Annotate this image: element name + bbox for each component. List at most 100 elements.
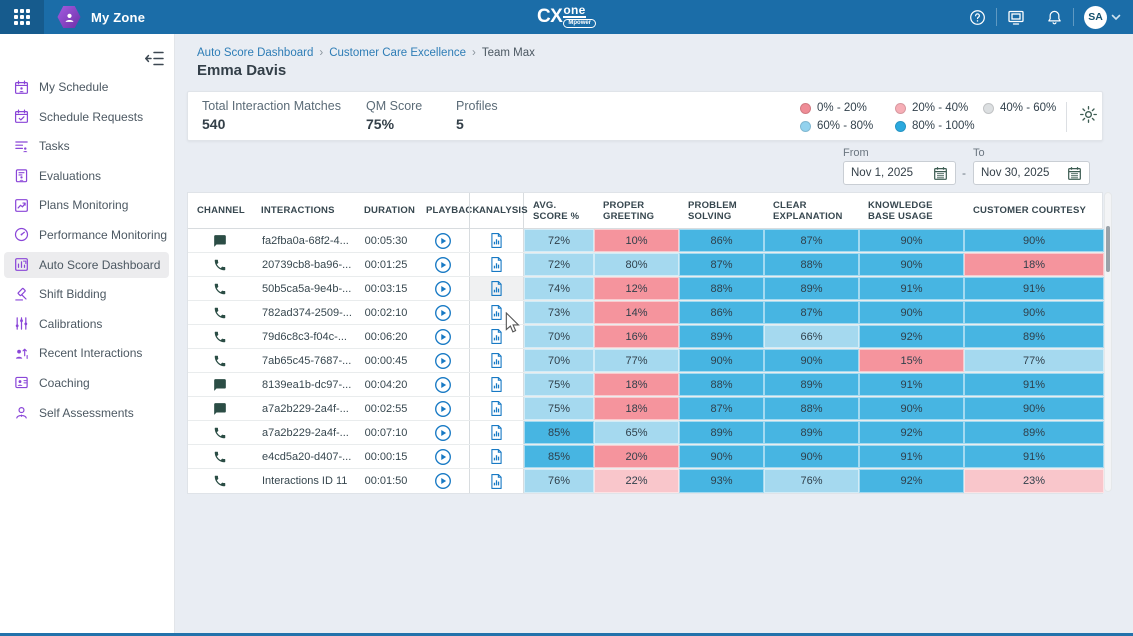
duration: 00:04:20 [355, 373, 417, 396]
score-cell: 90% [964, 397, 1104, 420]
settings-button[interactable] [1079, 105, 1099, 125]
table-row[interactable]: 50b5ca5a-9e4b-...00:03:1574%12%88%89%91%… [188, 277, 1102, 301]
analysis-button[interactable] [488, 448, 506, 466]
sidebar-item-evaluations[interactable]: Evaluations [4, 163, 169, 189]
sidebar-item-recent-interactions[interactable]: Recent Interactions [4, 340, 169, 366]
analysis-button[interactable] [488, 256, 506, 274]
analysis-button[interactable] [488, 400, 506, 418]
score-cell: 80% [594, 253, 679, 276]
score-cell: 88% [679, 373, 764, 396]
play-button[interactable] [434, 256, 452, 274]
play-button[interactable] [434, 304, 452, 322]
column-header: KNOWLEDGE BASE USAGE [859, 193, 964, 228]
analysis-button[interactable] [488, 376, 506, 394]
from-date-field[interactable] [843, 161, 956, 185]
collapse-sidebar-button[interactable] [145, 50, 165, 68]
tasks-icon [13, 138, 29, 154]
score-cell: 87% [764, 301, 859, 324]
sidebar-item-plans-monitoring[interactable]: Plans Monitoring [4, 192, 169, 218]
analysis-button[interactable] [488, 472, 506, 490]
to-label: To [973, 147, 985, 159]
analysis-button[interactable] [488, 328, 506, 346]
sidebar-item-tasks[interactable]: Tasks [4, 133, 169, 159]
app-launcher-button[interactable] [0, 0, 44, 34]
sidebar-item-shift-bidding[interactable]: Shift Bidding [4, 281, 169, 307]
avg-score-cell: 70% [524, 325, 594, 348]
table-row[interactable]: 8139ea1b-dc97-...00:04:2075%18%88%89%91%… [188, 373, 1102, 397]
legend-dot [800, 121, 811, 132]
table-scrollbar[interactable] [1104, 192, 1112, 492]
table-row[interactable]: 7ab65c45-7687-...00:00:4570%77%90%90%15%… [188, 349, 1102, 373]
play-button[interactable] [434, 424, 452, 442]
analysis-button[interactable] [488, 352, 506, 370]
analysis-button[interactable] [488, 280, 506, 298]
table-row[interactable]: Interactions ID 1100:01:5076%22%93%76%92… [188, 469, 1102, 493]
score-cell: 12% [594, 277, 679, 300]
sidebar-item-my-schedule[interactable]: My Schedule [4, 74, 169, 100]
user-menu[interactable]: SA [1074, 6, 1133, 29]
sidebar-item-label: My Schedule [39, 80, 108, 94]
legend-dot [800, 103, 811, 114]
notifications-button[interactable] [1035, 0, 1073, 34]
breadcrumb-customer-care-excellence[interactable]: Customer Care Excellence [329, 47, 466, 59]
score-cell: 90% [764, 445, 859, 468]
score-cell: 88% [764, 253, 859, 276]
sidebar-item-schedule-requests[interactable]: Schedule Requests [4, 104, 169, 130]
to-date-field[interactable] [973, 161, 1090, 185]
main-content: Auto Score Dashboard›Customer Care Excel… [175, 34, 1133, 633]
sidebar: My Schedule Schedule Requests Tasks Evaluat… [0, 34, 175, 633]
score-cell: 90% [859, 301, 964, 324]
score-cell: 76% [764, 469, 859, 493]
table-row[interactable]: fa2fba0a-68f2-4...00:05:3072%10%86%87%90… [188, 229, 1102, 253]
sidebar-item-label: Shift Bidding [39, 287, 106, 301]
help-button[interactable] [958, 0, 996, 34]
scrollbar-thumb[interactable] [1106, 226, 1110, 272]
table-row[interactable]: e4cd5a20-d407-...00:00:1585%20%90%90%91%… [188, 445, 1102, 469]
table-header-row: CHANNELINTERACTIONSDURATIONPLAYBACKANALY… [188, 193, 1102, 229]
avg-score-cell: 85% [524, 445, 594, 468]
table-row[interactable]: a7a2b229-2a4f-...00:07:1085%65%89%89%92%… [188, 421, 1102, 445]
calendar-icon[interactable] [933, 166, 948, 181]
table-row[interactable]: 20739cb8-ba96-...00:01:2572%80%87%88%90%… [188, 253, 1102, 277]
table-row[interactable]: a7a2b229-2a4f-...00:02:5575%18%87%88%90%… [188, 397, 1102, 421]
score-cell: 90% [859, 229, 964, 252]
score-cell: 91% [964, 373, 1104, 396]
column-header: CHANNEL [188, 193, 252, 228]
play-button[interactable] [434, 472, 452, 490]
play-button[interactable] [434, 328, 452, 346]
play-button[interactable] [434, 232, 452, 250]
analysis-button[interactable] [488, 232, 506, 250]
stat-qm-score: QM Score 75% [366, 99, 422, 132]
play-button[interactable] [434, 352, 452, 370]
table-row[interactable]: 782ad374-2509-...00:02:1073%14%86%87%90%… [188, 301, 1102, 325]
play-button[interactable] [434, 448, 452, 466]
sidebar-item-label: Schedule Requests [39, 110, 143, 124]
play-button[interactable] [434, 280, 452, 298]
screen-share-button[interactable] [997, 0, 1035, 34]
play-button[interactable] [434, 376, 452, 394]
column-header: PROPER GREETING [594, 193, 679, 228]
breadcrumb: Auto Score Dashboard›Customer Care Excel… [197, 47, 535, 59]
coaching-icon [13, 375, 29, 391]
score-cell: 93% [679, 469, 764, 493]
sidebar-item-self-assessments[interactable]: Self Assessments [4, 400, 169, 426]
breadcrumb-auto-score-dashboard[interactable]: Auto Score Dashboard [197, 47, 313, 59]
calendar-icon[interactable] [1067, 166, 1082, 181]
sidebar-item-calibrations[interactable]: Calibrations [4, 311, 169, 337]
column-header: ANALYSIS [469, 193, 524, 228]
from-date-input[interactable] [851, 167, 927, 179]
cxone-logo-one: one [563, 5, 585, 18]
table-row[interactable]: 79d6c8c3-f04c-...00:06:2070%16%89%66%92%… [188, 325, 1102, 349]
schedule-requests-icon [13, 109, 29, 125]
to-date-input[interactable] [981, 167, 1061, 179]
sidebar-item-performance-monitoring[interactable]: Performance Monitoring [4, 222, 169, 248]
analysis-button[interactable] [488, 424, 506, 442]
interaction-id: 79d6c8c3-f04c-... [252, 325, 355, 348]
column-header: PLAYBACK [417, 193, 469, 228]
avg-score-cell: 72% [524, 229, 594, 252]
analysis-button[interactable] [488, 304, 506, 322]
sidebar-item-auto-score-dashboard[interactable]: Auto Score Dashboard [4, 252, 169, 278]
score-cell: 20% [594, 445, 679, 468]
play-button[interactable] [434, 400, 452, 418]
sidebar-item-coaching[interactable]: Coaching [4, 370, 169, 396]
